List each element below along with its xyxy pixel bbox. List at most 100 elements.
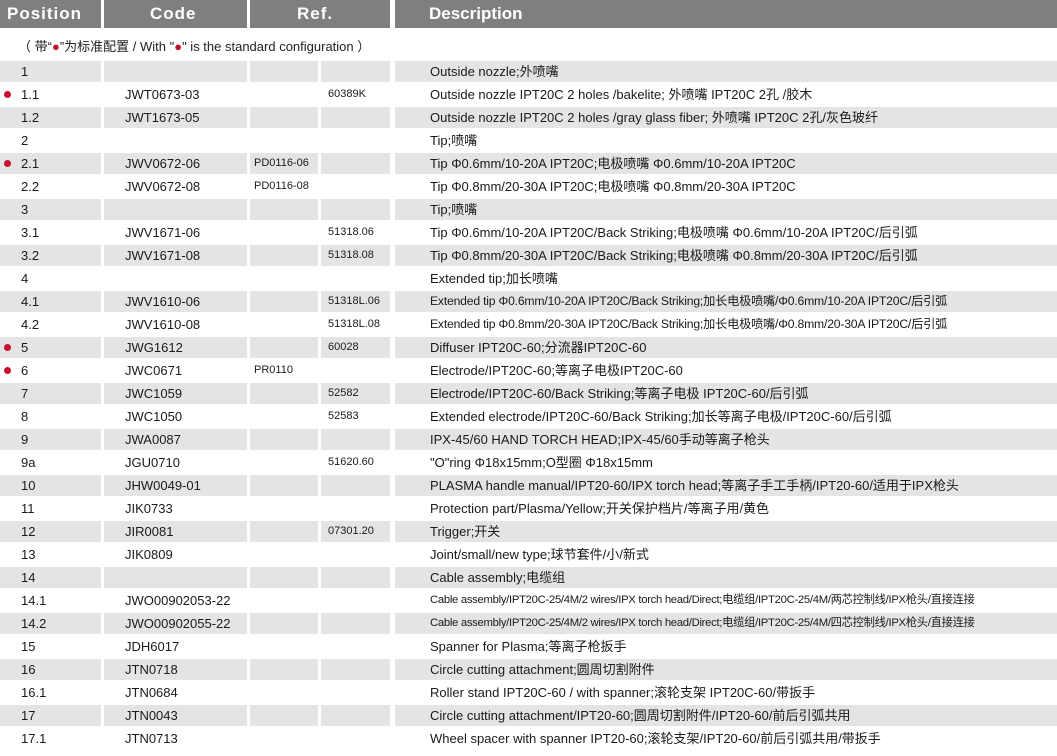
table-row: 2.2 JWV0672-08 PD0116-08 Tip Φ0.8mm/20-30A … [0, 176, 1057, 199]
code-cell: JTN0718 [104, 659, 247, 680]
table-row: 8 JWC1050 52583 Extended electrode/IPT20C-6… [0, 406, 1057, 429]
ref-cell [250, 84, 318, 105]
code-cell: JIR0081 [104, 521, 247, 542]
position-cell: 12 [0, 521, 101, 542]
position-cell: 16.1 [21, 685, 47, 700]
position-cell: 14.1 [21, 593, 47, 608]
code-cell [104, 567, 247, 588]
table-header: Position Code Ref. Description [0, 0, 1057, 28]
description-cell: Electrode/IPT20C-60/Back Striking;等离子电极 … [395, 383, 1057, 404]
red-dot-icon: ● [174, 39, 183, 54]
description-cell: IPX-45/60 HAND TORCH HEAD;IPX-45/60手动等离子… [395, 429, 1057, 450]
ref-cell [250, 268, 318, 289]
red-dot-icon: ● [51, 39, 60, 54]
ref-alt-cell [321, 498, 390, 519]
description-cell: Joint/small/new type;球节套件/小/新式 [430, 547, 649, 562]
table-row: 6 JWC0671 PR0110 Electrode/IPT20C-60;等离子电极I… [0, 360, 1057, 383]
code-cell: JTN0043 [104, 705, 247, 726]
position-cell: 9 [0, 429, 101, 450]
ref-alt-cell [321, 199, 390, 220]
ref-alt-cell: 60389K [328, 88, 366, 100]
ref-cell [250, 199, 318, 220]
position-cell: 14.2 [0, 613, 101, 634]
table-row: 3 Tip;喷嘴 [0, 199, 1057, 222]
position-cell: 3 [0, 199, 101, 220]
table-row: 2 Tip;喷嘴 [0, 130, 1057, 153]
position-cell: 16 [0, 659, 101, 680]
ref-alt-cell [321, 429, 390, 450]
description-cell: Spanner for Plasma;等离子枪扳手 [430, 639, 627, 654]
ref-alt-cell [321, 61, 390, 82]
description-cell: Tip Φ0.8mm/20-30A IPT20C/Back Striking;电… [395, 245, 1057, 266]
code-cell: JWG1612 [104, 337, 247, 358]
position-cell: 7 [0, 383, 101, 404]
ref-cell [250, 61, 318, 82]
table-row: 9 JWA0087 IPX-45/60 HAND TORCH HEAD;IPX-45… [0, 429, 1057, 452]
ref-cell [250, 636, 318, 657]
code-cell: JWO00902055-22 [104, 613, 247, 634]
position-cell: 2.1 [0, 153, 101, 174]
position-cell: 5 [0, 337, 101, 358]
description-cell: Tip Φ0.6mm/10-20A IPT20C;电极喷嘴 Φ0.6mm/10-… [395, 153, 1057, 174]
standard-configuration-note: （ 带“●”为标准配置 / With "●" is the standard c… [18, 36, 370, 55]
code-cell [104, 268, 247, 289]
ref-alt-cell: 51318L.08 [328, 318, 380, 330]
ref-cell [250, 107, 318, 128]
table-row: 16 JTN0718 Circle cutting attachment;圆周切割附… [0, 659, 1057, 682]
ref-cell [250, 245, 318, 266]
table-row: 9a JGU0710 51620.60 "O"ring Φ18x15mm;O型圈 Φ1… [0, 452, 1057, 475]
description-cell: Trigger;开关 [395, 521, 1057, 542]
table-row: 2.1 JWV0672-06 PD0116-06 Tip Φ0.6mm/10-20A … [0, 153, 1057, 176]
code-cell [104, 130, 247, 151]
ref-cell [250, 291, 318, 312]
header-code: Code [104, 0, 247, 28]
position-cell: 6 [21, 363, 29, 378]
position-cell: 4.2 [21, 317, 40, 332]
position-cell: 4 [21, 271, 29, 286]
ref-alt-cell [321, 544, 390, 565]
ref-cell [250, 406, 318, 427]
ref-cell: PD0116-08 [254, 180, 309, 192]
ref-cell: PR0110 [254, 364, 293, 376]
table-row: 1.2 JWT1673-05 Outside nozzle IPT20C 2 hol… [0, 107, 1057, 130]
code-cell: JWV0672-08 [125, 179, 201, 194]
description-cell: Circle cutting attachment/IPT20-60;圆周切割附… [395, 705, 1057, 726]
description-cell: Extended tip Φ0.6mm/10-20A IPT20C/Back S… [395, 291, 1057, 312]
code-cell [104, 199, 247, 220]
table-row: 16.1 JTN0684 Roller stand IPT20C-60 / with… [0, 682, 1057, 705]
ref-alt-cell: 51620.60 [328, 456, 374, 468]
table-row: 17.1 JTN0713 Wheel spacer with spanner IPT… [0, 728, 1057, 751]
position-cell: 2.2 [21, 179, 40, 194]
ref-cell [250, 337, 318, 358]
ref-cell [250, 222, 318, 243]
code-cell: JTN0684 [125, 685, 178, 700]
code-cell: JWV1610-06 [104, 291, 247, 312]
table-row: 4 Extended tip;加长喷嘴 [0, 268, 1057, 291]
ref-alt-cell [321, 682, 390, 703]
standard-config-bullet-icon [4, 91, 11, 98]
description-cell: Diffuser IPT20C-60;分流器IPT20C-60 [395, 337, 1057, 358]
ref-cell [250, 429, 318, 450]
table-row: 13 JIK0809 Joint/small/new type;球节套件/小/新式 [0, 544, 1057, 567]
standard-config-bullet-icon [4, 367, 11, 374]
table-row: 14 Cable assembly;电缆组 [0, 567, 1057, 590]
table-row: 3.1 JWV1671-06 51318.06 Tip Φ0.6mm/10-20A I… [0, 222, 1057, 245]
ref-alt-cell [321, 176, 390, 197]
ref-cell [250, 728, 318, 749]
code-cell: JWC1059 [104, 383, 247, 404]
ref-alt-cell [321, 590, 390, 611]
position-cell: 3.1 [21, 225, 40, 240]
code-cell: JHW0049-01 [104, 475, 247, 496]
code-cell: JWA0087 [104, 429, 247, 450]
code-cell: JWC0671 [125, 363, 183, 378]
description-cell: Tip;喷嘴 [395, 199, 1057, 220]
description-cell: Protection part/Plasma/Yellow;开关保护档片/等离子… [430, 501, 770, 516]
position-cell: 14 [0, 567, 101, 588]
code-cell: JDH6017 [125, 639, 180, 654]
description-cell: Tip Φ0.6mm/10-20A IPT20C/Back Striking;电… [430, 225, 918, 240]
position-cell: 13 [21, 547, 36, 562]
ref-cell [250, 130, 318, 151]
description-cell: Cable assembly/IPT20C-25/4M/2 wires/IPX … [430, 594, 975, 606]
description-cell: Wheel spacer with spanner IPT20-60;滚轮支架/… [430, 731, 881, 746]
table-row: 5 JWG1612 60028 Diffuser IPT20C-60;分流器IPT20… [0, 337, 1057, 360]
